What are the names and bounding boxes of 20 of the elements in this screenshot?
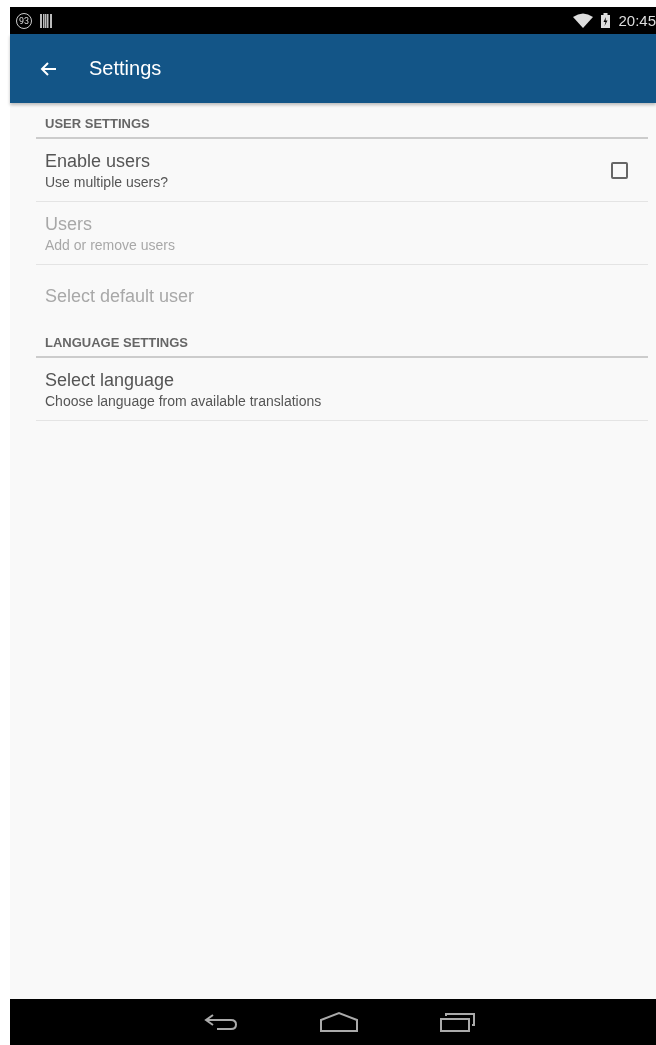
wifi-icon [573,13,594,28]
setting-title: Enable users [45,150,152,172]
back-nav-button[interactable] [203,1012,239,1032]
setting-summary: Use multiple users? [45,173,169,190]
setting-summary: Choose language from available translations [45,392,323,409]
screen-title: Settings [89,57,162,80]
section-header: USER SETTINGS [36,109,648,139]
clock-time: 20:45 [618,12,656,29]
setting-summary: Add or remove users [45,236,176,253]
battery-icon [601,13,611,28]
barcode-icon [40,13,52,28]
checkbox[interactable] [611,161,628,179]
setting-item[interactable]: Enable users Use multiple users? [36,139,648,202]
setting-title: Select default user [45,286,196,307]
recents-nav-button[interactable] [439,1011,477,1033]
setting-title: Select language [45,369,176,391]
home-nav-button[interactable] [319,1011,359,1033]
setting-title: Users [45,213,93,235]
section-header: LANGUAGE SETTINGS [36,328,648,358]
setting-item[interactable]: Select language Choose language from available translations [36,358,648,421]
